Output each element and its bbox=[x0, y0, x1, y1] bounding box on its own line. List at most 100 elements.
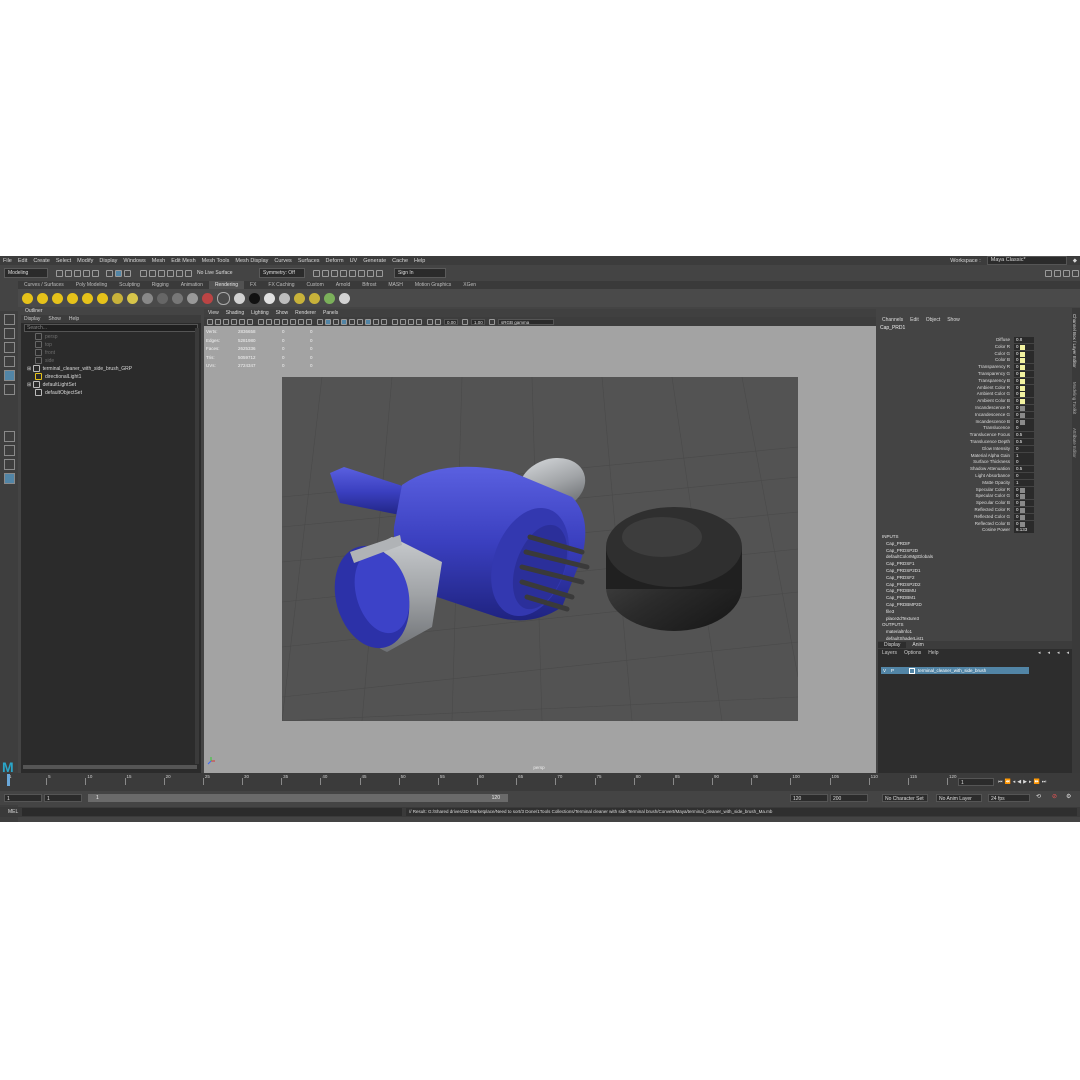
channel-attribute-value[interactable]: 6.133 bbox=[1014, 527, 1034, 534]
resolution-gate-icon[interactable] bbox=[274, 318, 280, 325]
new-layer-selected-icon[interactable]: ◂ bbox=[1066, 650, 1069, 656]
channel-attribute-row[interactable]: Material Alpha Gain 1 bbox=[878, 452, 1072, 460]
channel-attribute-row[interactable]: Translucence 0 bbox=[878, 425, 1072, 432]
live-surface-label[interactable]: No Live Surface bbox=[197, 270, 253, 276]
image-plane-icon[interactable] bbox=[231, 318, 237, 325]
spot-light-icon[interactable] bbox=[67, 292, 78, 304]
wireframe-icon[interactable] bbox=[317, 318, 323, 325]
exposure-field[interactable]: 0.00 bbox=[444, 318, 458, 325]
layer-menu-layers[interactable]: Layers bbox=[882, 650, 897, 656]
play-backwards-icon[interactable]: ◀ bbox=[1017, 779, 1021, 785]
outputs-header[interactable]: OUTPUTS bbox=[882, 622, 904, 627]
menu-windows[interactable]: Windows bbox=[123, 258, 145, 264]
shelf-tab-xgen[interactable]: XGen bbox=[457, 281, 482, 289]
redo-icon[interactable] bbox=[92, 269, 99, 277]
viewport-menu-show[interactable]: Show bbox=[276, 310, 289, 316]
current-time-indicator[interactable] bbox=[7, 774, 10, 786]
color-management-icon[interactable] bbox=[489, 318, 495, 325]
outliner-item-side[interactable]: side bbox=[33, 357, 201, 365]
motion-blur-icon[interactable] bbox=[400, 318, 406, 325]
input-node-item[interactable]: defaultColorMgtGlobals bbox=[886, 554, 933, 559]
camera-attributes-icon[interactable] bbox=[215, 318, 221, 325]
ipr-render-icon[interactable] bbox=[331, 269, 338, 277]
script-language-toggle[interactable]: MEL bbox=[8, 809, 18, 815]
channel-attribute-row[interactable]: Incandescence R0 bbox=[878, 405, 1072, 412]
fps-dropdown[interactable]: 24 fps bbox=[988, 794, 1030, 802]
channel-attribute-row[interactable]: Color R0 bbox=[878, 343, 1072, 351]
input-node-item[interactable]: file3 bbox=[886, 609, 894, 614]
xray-icon[interactable] bbox=[365, 318, 371, 325]
gamma-icon[interactable] bbox=[462, 318, 468, 325]
side-tab-modeling-toolkit[interactable]: Modeling Toolkit bbox=[1072, 382, 1077, 414]
shelf-tab-animation[interactable]: Animation bbox=[175, 281, 209, 289]
new-scene-icon[interactable] bbox=[56, 269, 63, 277]
select-component-icon[interactable] bbox=[124, 269, 131, 277]
menu-create[interactable]: Create bbox=[33, 258, 50, 264]
layer-menu-help[interactable]: Help bbox=[928, 650, 938, 656]
snap-curve-icon[interactable] bbox=[149, 269, 156, 277]
safe-title-icon[interactable] bbox=[306, 318, 312, 325]
attribute-editor-icon[interactable] bbox=[1054, 269, 1061, 277]
channel-attribute-value[interactable]: 1 bbox=[1014, 479, 1034, 486]
layer-menu-options[interactable]: Options bbox=[904, 650, 921, 656]
channel-attribute-row[interactable]: Translucence Depth 0.5 bbox=[878, 439, 1072, 446]
snap-surface-icon[interactable] bbox=[176, 269, 183, 277]
input-node-item[interactable]: Cap_PRDSP2D1 bbox=[886, 568, 921, 573]
channel-attribute-row[interactable]: Reflected Color G0 bbox=[878, 513, 1072, 521]
menu-display[interactable]: Display bbox=[99, 258, 117, 264]
2d-pan-zoom-icon[interactable] bbox=[247, 318, 253, 325]
channel-attribute-row[interactable]: Specular Color R0 bbox=[878, 486, 1072, 494]
pause-viewport-icon[interactable] bbox=[376, 269, 383, 277]
use-all-lights-icon[interactable] bbox=[349, 318, 355, 325]
grey-sphere-icon[interactable] bbox=[279, 292, 290, 304]
lasso-tool-icon[interactable] bbox=[3, 328, 15, 339]
undo-icon[interactable] bbox=[83, 269, 90, 277]
anti-aliasing-icon[interactable] bbox=[408, 318, 414, 325]
channel-attribute-value[interactable]: 0 bbox=[1014, 473, 1034, 479]
channel-attribute-row[interactable]: Translucence Focus 0.5 bbox=[878, 432, 1072, 439]
menu-curves[interactable]: Curves bbox=[274, 258, 291, 264]
channel-attribute-value[interactable]: 0.8 bbox=[1014, 337, 1034, 343]
output-node-item[interactable]: materialInfo1 bbox=[886, 629, 912, 634]
menu-select[interactable]: Select bbox=[56, 258, 71, 264]
ambient-occlusion-icon[interactable] bbox=[392, 318, 398, 325]
menu-set-dropdown[interactable]: Modeling bbox=[4, 268, 48, 278]
menu-generate[interactable]: Generate bbox=[363, 258, 386, 264]
select-hierarchy-icon[interactable] bbox=[106, 269, 113, 277]
channel-attribute-row[interactable]: Ambient Color G0 bbox=[878, 391, 1072, 398]
render-frame-icon[interactable] bbox=[294, 292, 305, 304]
channels-menu-edit[interactable]: Edit bbox=[910, 317, 919, 323]
white-sphere-icon[interactable] bbox=[234, 292, 245, 304]
input-node-item[interactable]: Cap_PRDBMU bbox=[886, 588, 916, 593]
two-view-icon[interactable] bbox=[3, 459, 15, 470]
safe-action-icon[interactable] bbox=[298, 318, 304, 325]
symmetry-dropdown[interactable]: Symmetry: Off bbox=[259, 268, 305, 278]
shelf-tab-custom[interactable]: Custom bbox=[301, 281, 330, 289]
go-to-end-icon[interactable]: ⏭ bbox=[1042, 779, 1047, 785]
input-node-item[interactable]: Cap_PRDSF1 bbox=[886, 561, 915, 566]
step-back-key-icon[interactable]: ⏪ bbox=[1005, 779, 1011, 785]
outliner-hscrollbar[interactable] bbox=[23, 765, 197, 769]
point-light-icon[interactable] bbox=[52, 292, 63, 304]
viewport-menu-lighting[interactable]: Lighting bbox=[251, 310, 269, 316]
hypershade-icon[interactable] bbox=[349, 269, 356, 277]
exposure-icon[interactable] bbox=[435, 318, 441, 325]
menu-file[interactable]: File bbox=[3, 258, 12, 264]
outliner-vscrollbar[interactable] bbox=[195, 328, 199, 764]
field-chart-icon[interactable] bbox=[290, 318, 296, 325]
menu-help[interactable]: Help bbox=[414, 258, 425, 264]
layer-tab-display[interactable]: Display bbox=[878, 642, 907, 648]
rotate-tool-icon[interactable] bbox=[3, 370, 15, 381]
channel-attribute-row[interactable]: Color B0 bbox=[878, 357, 1072, 364]
single-view-icon[interactable] bbox=[3, 431, 15, 442]
smooth-shade-icon[interactable] bbox=[325, 318, 331, 325]
snap-point-icon[interactable] bbox=[158, 269, 165, 277]
input-node-item[interactable]: Cap_PRDSP2D2 bbox=[886, 582, 921, 587]
phong-sphere-icon[interactable] bbox=[172, 292, 183, 304]
outliner-item-group[interactable]: ⊞ terminal_cleaner_with_side_brush_GRP bbox=[27, 365, 201, 373]
volume-light-icon[interactable] bbox=[97, 292, 108, 304]
channel-attribute-value[interactable]: 0.5 bbox=[1014, 432, 1034, 439]
ipr-shelf-icon[interactable] bbox=[309, 292, 320, 304]
channel-attribute-row[interactable]: Shadow Attenuation 0.5 bbox=[878, 466, 1072, 473]
workspace-dropdown[interactable]: Maya Classic* bbox=[986, 256, 1067, 265]
